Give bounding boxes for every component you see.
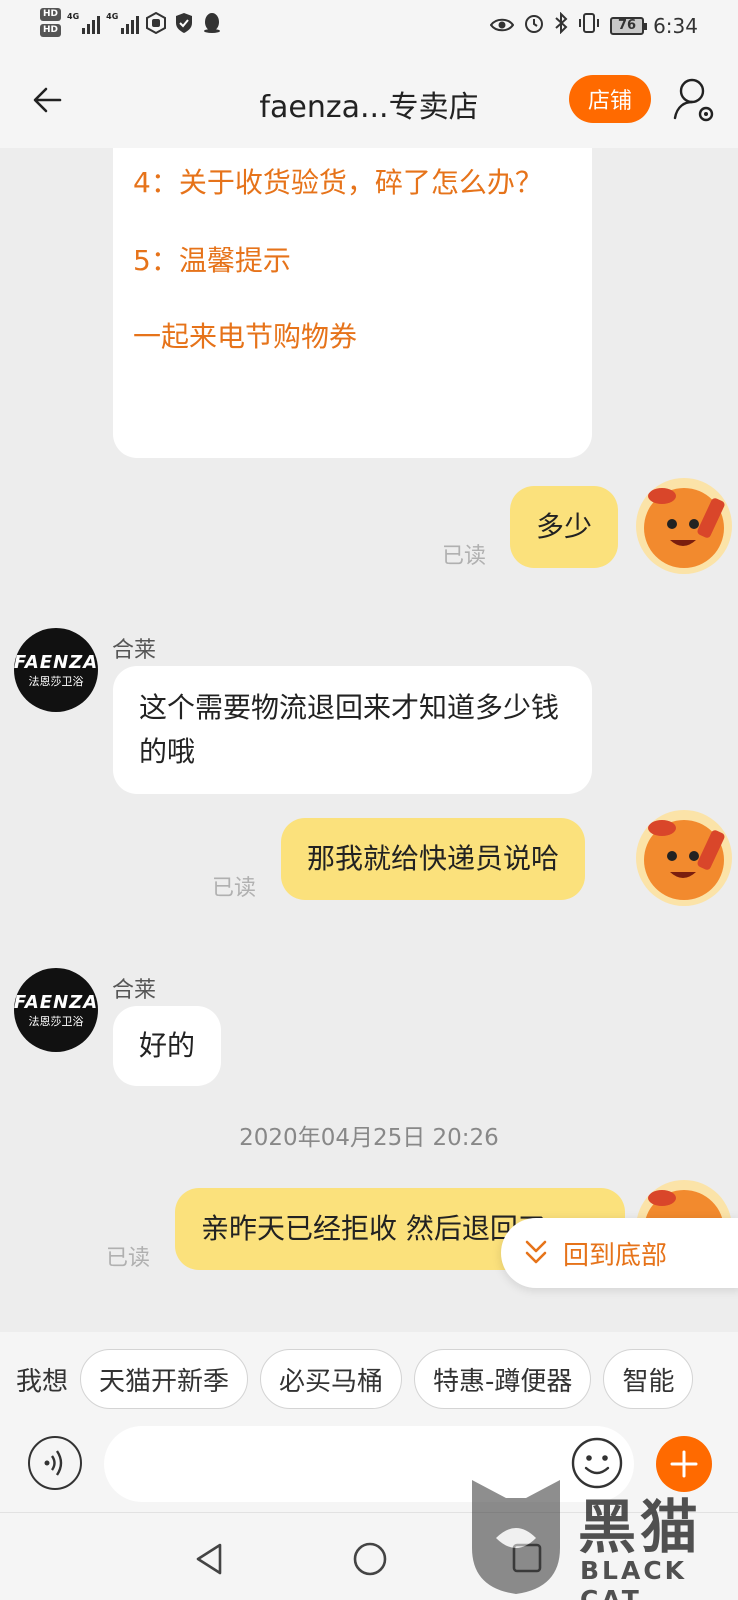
mascot-icon bbox=[644, 488, 725, 568]
shop-message-bubble[interactable]: 好的 bbox=[113, 1006, 222, 1086]
vibrate-icon bbox=[577, 12, 601, 39]
hd-indicator: HD HD bbox=[40, 8, 62, 37]
shop-avatar[interactable]: FAENZA 法恩莎卫浴 bbox=[14, 628, 98, 712]
chat-header: faenza...专卖店 店铺 bbox=[0, 52, 738, 148]
message-timestamp: 2020年04月25日 20:26 bbox=[239, 1125, 499, 1151]
nav-back-button[interactable] bbox=[190, 1539, 230, 1579]
quick-chip[interactable]: 智能 bbox=[603, 1349, 694, 1409]
sender-name: 合莱 bbox=[112, 978, 157, 1003]
message-input[interactable] bbox=[104, 1426, 634, 1502]
status-bar: HD HD 4G 4G 76 6:34 bbox=[0, 0, 738, 52]
quick-chip[interactable]: 天猫开新季 bbox=[80, 1349, 249, 1409]
read-status: 已读 bbox=[212, 876, 257, 901]
quick-chip[interactable]: 特惠-蹲便器 bbox=[414, 1349, 592, 1409]
voice-button[interactable] bbox=[28, 1436, 82, 1490]
quick-suggestions-bar: 我想 天猫开新季 必买马桶 特惠-蹲便器 智能 bbox=[0, 1332, 738, 1426]
input-bar bbox=[0, 1426, 738, 1512]
chat-area[interactable]: 4：关于收货验货，碎了怎么办？ 5：温馨提示 一起来电节购物券 已读 多少 FA… bbox=[0, 148, 738, 1332]
smiley-icon bbox=[571, 1437, 623, 1489]
jump-to-bottom-button[interactable]: 回到底部 bbox=[501, 1218, 738, 1288]
nav-home-button[interactable] bbox=[350, 1539, 390, 1579]
nav-recent-button[interactable] bbox=[510, 1541, 544, 1575]
voice-icon bbox=[44, 1450, 63, 1476]
system-nav-bar bbox=[0, 1512, 738, 1600]
emoji-button[interactable] bbox=[570, 1436, 624, 1490]
circle-home-icon bbox=[353, 1542, 387, 1576]
quick-prefix-label: 我想 bbox=[16, 1366, 69, 1397]
jump-label: 回到底部 bbox=[563, 1240, 668, 1271]
double-chevron-down-icon bbox=[525, 1240, 547, 1264]
qq-icon bbox=[201, 12, 223, 34]
menu-message-bubble: 4：关于收货验货，碎了怎么办？ 5：温馨提示 一起来电节购物券 bbox=[113, 148, 592, 458]
sender-name: 合莱 bbox=[112, 638, 157, 663]
store-button[interactable]: 店铺 bbox=[569, 75, 651, 123]
shop-avatar[interactable]: FAENZA 法恩莎卫浴 bbox=[14, 968, 98, 1052]
user-gear-icon bbox=[673, 78, 714, 122]
alarm-icon bbox=[523, 12, 545, 39]
my-avatar[interactable] bbox=[636, 810, 732, 906]
shop-message-bubble[interactable]: 这个需要物流退回来才知道多少钱的哦 bbox=[113, 666, 592, 794]
my-message-bubble[interactable]: 多少 bbox=[510, 486, 619, 568]
menu-item[interactable]: 一起来电节购物券 bbox=[133, 316, 572, 358]
square-recent-icon bbox=[512, 1543, 542, 1573]
my-message-bubble[interactable]: 那我就给快递员说哈 bbox=[281, 818, 586, 900]
more-button[interactable] bbox=[656, 1436, 712, 1492]
mascot-icon bbox=[644, 820, 725, 900]
menu-item[interactable]: 5：温馨提示 bbox=[133, 240, 572, 282]
read-status: 已读 bbox=[106, 1246, 151, 1271]
battery-indicator: 76 bbox=[609, 16, 648, 35]
clock: 6:34 bbox=[653, 13, 698, 38]
eye-icon bbox=[489, 14, 515, 38]
read-status: 已读 bbox=[442, 544, 487, 569]
my-avatar[interactable] bbox=[636, 478, 732, 574]
user-settings-button[interactable] bbox=[672, 74, 720, 126]
triangle-back-icon bbox=[196, 1543, 222, 1575]
plus-icon bbox=[670, 1450, 698, 1478]
signal-icon: 4G bbox=[67, 12, 101, 34]
hand-icon bbox=[145, 11, 167, 34]
shield-icon bbox=[173, 12, 195, 34]
menu-item[interactable]: 4：关于收货验货，碎了怎么办？ bbox=[133, 162, 572, 204]
bluetooth-icon bbox=[554, 11, 568, 39]
signal-icon-2: 4G bbox=[106, 12, 140, 34]
quick-chip[interactable]: 必买马桶 bbox=[260, 1349, 403, 1409]
